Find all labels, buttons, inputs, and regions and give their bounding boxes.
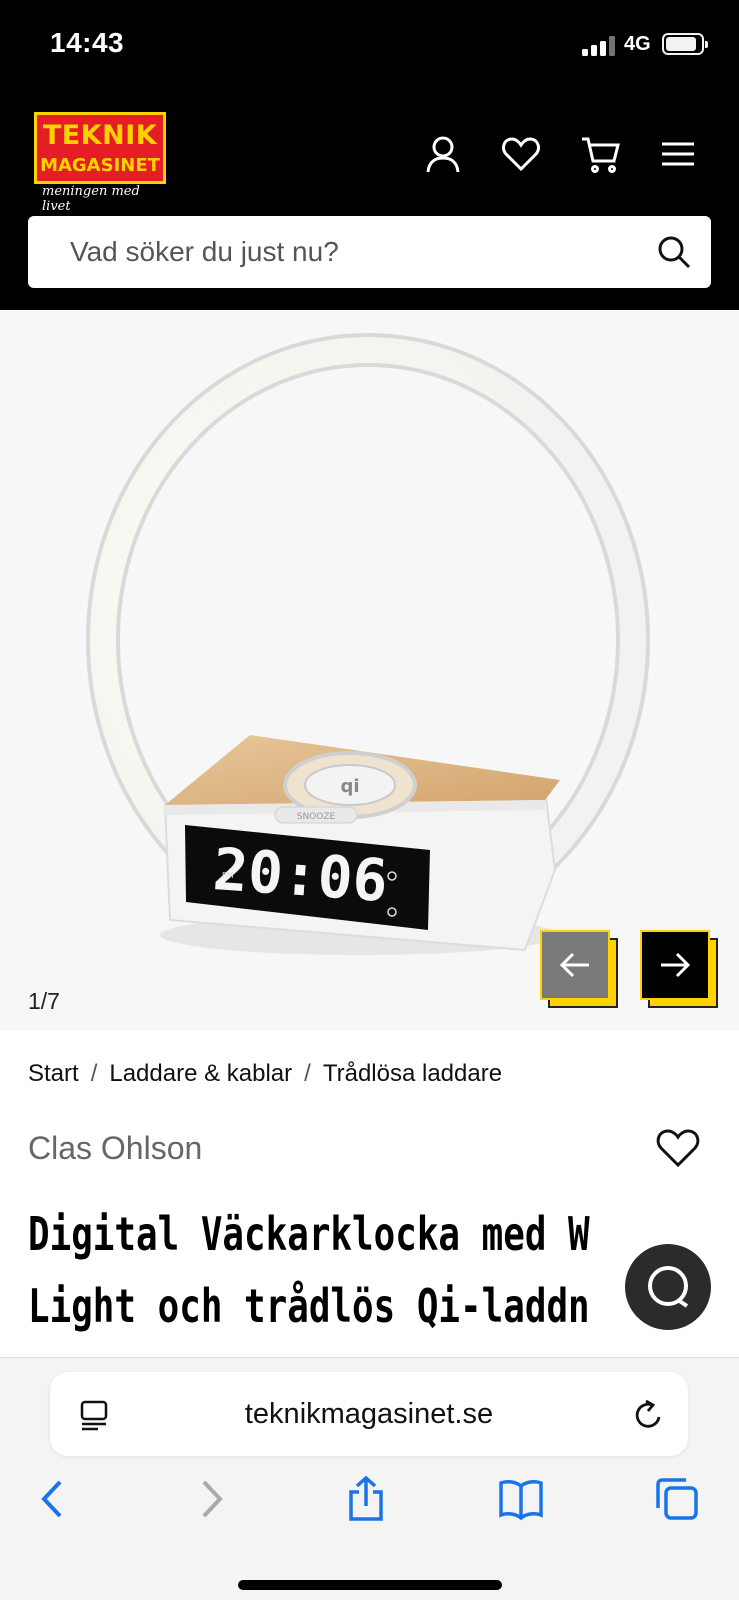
product-gallery[interactable]: qi SNOOZE 20:06 PM 1/7 [0, 310, 739, 1031]
next-image-button[interactable] [640, 930, 718, 1008]
teknikmagasinet-logo[interactable]: TEKNIK MAGASINET meningen med livet [34, 112, 166, 214]
favorite-heart-icon[interactable] [656, 1128, 700, 1168]
reload-icon[interactable] [632, 1398, 666, 1432]
tabs-icon[interactable] [654, 1476, 700, 1522]
breadcrumb-laddare-kablar[interactable]: Laddare & kablar [109, 1060, 292, 1087]
svg-text:qi: qi [340, 776, 359, 797]
url-text: teknikmagasinet.se [244, 1398, 494, 1430]
product-brand[interactable]: Clas Ohlson [28, 1130, 202, 1167]
signal-strength-icon [582, 36, 616, 56]
breadcrumb-start[interactable]: Start [28, 1060, 79, 1087]
logo-line-2: MAGASINET [40, 155, 160, 176]
clock-pm-indicator: PM [222, 871, 234, 880]
logo-line-1: TEKNIK [42, 120, 158, 151]
search-input[interactable] [70, 234, 630, 270]
product-title: Digital Väckarklocka med Wake-Up Light o… [28, 1198, 590, 1338]
search-icon[interactable] [656, 234, 692, 270]
battery-icon [662, 33, 708, 55]
status-time: 14:43 [50, 27, 125, 58]
clock-display: 20:06 [211, 835, 390, 915]
product-title-line-1: Digital Väckarklocka med Wake-Up [28, 1207, 590, 1261]
product-image: qi SNOOZE 20:06 PM [86, 333, 650, 955]
breadcrumb: Start / Laddare & kablar / Trådlösa laddare [28, 1060, 503, 1087]
heart-icon[interactable] [501, 134, 541, 174]
chat-icon [648, 1266, 689, 1308]
back-icon[interactable] [30, 1476, 76, 1522]
site-header: TEKNIK MAGASINET meningen med livet [0, 92, 739, 310]
previous-image-button[interactable] [540, 930, 618, 1008]
arrow-right-icon [661, 952, 691, 978]
home-indicator[interactable] [238, 1580, 502, 1590]
chat-button[interactable] [625, 1244, 711, 1330]
address-bar[interactable]: teknikmagasinet.se [50, 1372, 688, 1456]
bookmarks-icon[interactable] [498, 1476, 544, 1522]
network-type: 4G [624, 33, 651, 55]
image-counter: 1/7 [28, 988, 60, 1014]
search-bar [28, 216, 711, 288]
menu-icon[interactable] [658, 134, 698, 174]
browser-toolbar: teknikmagasinet.se [0, 1357, 739, 1600]
snooze-label: SNOOZE [297, 812, 336, 822]
product-title-line-2: Light och trådlös Qi-laddning, v [28, 1279, 590, 1333]
forward-icon[interactable] [188, 1476, 234, 1522]
user-icon[interactable] [423, 134, 463, 174]
cart-icon[interactable] [580, 134, 620, 174]
arrow-left-icon [559, 952, 589, 978]
status-bar: 14:43 4G [0, 0, 739, 92]
share-icon[interactable] [343, 1476, 389, 1522]
breadcrumb-tradlosa-laddare[interactable]: Trådlösa laddare [323, 1060, 502, 1087]
logo-tagline: meningen med livet [42, 184, 140, 214]
